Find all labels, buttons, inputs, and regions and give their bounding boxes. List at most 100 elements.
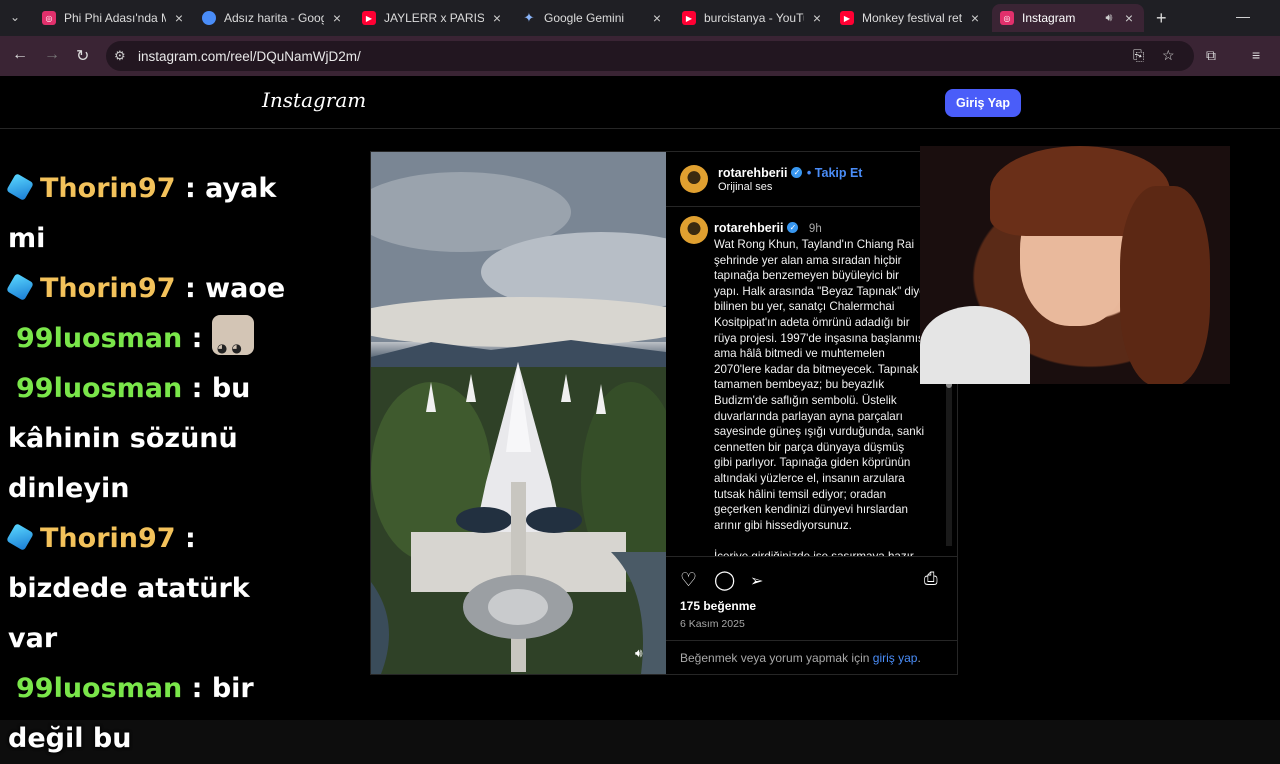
new-tab-plus-icon[interactable]: + <box>1156 8 1167 29</box>
tab-label: JAYLERR x PARIS - <box>384 11 484 25</box>
cube-badge-icon <box>6 173 34 201</box>
chat-message: 99luosman : bu kâhinin sözünü dinleyin <box>8 364 308 514</box>
verified-badge-icon: ✓ <box>791 167 803 179</box>
reel-video[interactable]: 🔊︎ <box>371 152 666 674</box>
instagram-favicon-icon: ◎ <box>1000 11 1014 25</box>
chat-text-continued: değil bu <box>8 723 132 754</box>
audio-label[interactable]: Orijinal ses <box>718 181 772 193</box>
save-bookmark-icon[interactable]: ⎙ <box>924 569 938 589</box>
youtube-favicon-icon: ▶ <box>362 11 376 25</box>
tab-label: Adsız harita - Google <box>224 11 324 25</box>
tab-2[interactable]: Adsız harita - Google × <box>194 4 352 32</box>
reel-card: 🔊︎ rotarehberii ✓ • Takip Et Orijinal ses… <box>370 151 958 675</box>
chat-username: Thorin97 <box>40 273 176 304</box>
verified-badge-icon: ✓ <box>787 222 799 234</box>
instagram-logo[interactable]: Instagram <box>262 88 366 112</box>
chat-message: Thorin97 : waoe <box>6 264 308 314</box>
chat-message: 99luosman : <box>8 314 308 373</box>
cube-badge-icon <box>6 523 34 551</box>
forward-arrow-icon[interactable]: → <box>44 46 60 64</box>
caption-time: 9h <box>808 223 822 235</box>
bookmark-star-icon[interactable]: ☆ <box>1162 47 1175 64</box>
chat-text: : <box>175 523 196 554</box>
webcam-chair <box>920 306 1030 384</box>
tab-1[interactable]: ◎ Phi Phi Adası'nda Mu × <box>34 4 194 32</box>
chat-text: : <box>182 323 212 354</box>
tab-instagram-active[interactable]: ◎ Instagram 🔊︎ × <box>992 4 1144 32</box>
avatar[interactable] <box>680 216 708 244</box>
login-button[interactable]: Giriş Yap <box>945 89 1021 117</box>
caption-username[interactable]: rotarehberii <box>714 221 783 235</box>
chat-line: 99luosman : bu <box>8 364 308 414</box>
cat-emote-icon <box>211 315 254 373</box>
login-link[interactable]: giriş yap <box>873 651 918 665</box>
close-icon[interactable]: × <box>650 10 664 26</box>
login-prompt: Beğenmek veya yorum yapmak için giriş ya… <box>666 640 958 674</box>
instagram-header: Instagram Giriş Yap <box>0 76 1280 129</box>
youtube-favicon-icon: ▶ <box>840 11 854 25</box>
extensions-icon[interactable]: ⧉ <box>1206 47 1216 64</box>
caption-line: cennetten bir parça dünyaya düşmüş <box>714 440 905 454</box>
reading-list-icon[interactable]: ≡ <box>1252 47 1260 63</box>
follow-button[interactable]: Takip Et <box>815 166 863 180</box>
tab-label: Google Gemini <box>544 11 625 25</box>
url-text[interactable]: instagram.com/reel/DQuNamWjD2m/ <box>138 49 361 64</box>
comment-bubble-icon[interactable]: ◯ <box>714 569 735 592</box>
chat-line: 99luosman : <box>8 314 308 373</box>
caption-line: Budizm'de saflığın sembolü. Üstelik <box>714 393 897 407</box>
reload-icon[interactable]: ↻ <box>76 46 89 66</box>
chat-username: 99luosman <box>16 373 183 404</box>
temple-illustration <box>371 152 666 674</box>
caption-line: altındaki yüzlerce el, insanın arzulara <box>714 471 905 485</box>
like-count[interactable]: 175 beğenme <box>680 599 756 613</box>
chat-username: 99luosman <box>16 323 183 354</box>
tab-label: Instagram <box>1022 11 1076 25</box>
tab-4[interactable]: ✦ Google Gemini × <box>514 4 672 32</box>
close-icon[interactable]: × <box>810 10 824 26</box>
chat-message: Thorin97 : bizdede atatürk var <box>6 514 308 664</box>
tab-5[interactable]: ▶ burcistanya - YouTub × <box>674 4 832 32</box>
close-icon[interactable]: × <box>330 10 344 26</box>
share-paper-plane-icon[interactable]: ➢ <box>750 571 763 591</box>
tab-3[interactable]: ▶ JAYLERR x PARIS - × <box>354 4 512 32</box>
chat-text-continued: mi <box>8 223 46 254</box>
gemini-sparkle-icon: ✦ <box>523 10 535 25</box>
chat-username: Thorin97 <box>40 523 176 554</box>
close-icon[interactable]: × <box>1122 10 1136 26</box>
cube-badge-icon <box>6 273 34 301</box>
chat-text: : ayak <box>175 173 277 204</box>
chat-line: 99luosman : bir <box>8 664 308 714</box>
caption-area: rotarehberii ✓ 9h Wat Rong Khun, Tayland'… <box>666 208 958 556</box>
close-icon[interactable]: × <box>490 10 504 26</box>
caption-line: Kositpipat'ın adeta ömrünü adadığı bir <box>714 315 910 329</box>
chat-username: Thorin97 <box>40 173 176 204</box>
address-bar[interactable]: ⚙ instagram.com/reel/DQuNamWjD2m/ <box>106 41 1194 71</box>
tab-6[interactable]: ▶ Monkey festival retur × <box>832 4 990 32</box>
streamer-webcam <box>920 146 1230 384</box>
like-heart-icon[interactable]: ♡ <box>680 569 697 592</box>
caption-line: yapı. Halk arasında "Beyaz Tapınak" diye <box>714 284 926 298</box>
username[interactable]: rotarehberii <box>718 166 787 180</box>
caption-line: geçerken kendinizi dünyevi hırslardan <box>714 503 908 517</box>
avatar[interactable] <box>680 165 708 193</box>
chat-message: 99luosman : bir değil bu <box>8 664 308 764</box>
speaker-icon[interactable]: 🔊︎ <box>1102 12 1116 25</box>
back-arrow-icon[interactable]: ← <box>12 46 28 64</box>
login-prompt-text: Beğenmek veya yorum yapmak için <box>680 651 870 665</box>
close-icon[interactable]: × <box>968 10 982 26</box>
tab-search-chevron-icon[interactable]: ⌄ <box>10 10 20 24</box>
site-info-icon[interactable]: ⚙ <box>114 48 134 64</box>
minimize-icon[interactable]: — <box>1236 8 1250 24</box>
post-header: rotarehberii✓ • Takip Et Orijinal ses ••… <box>666 152 958 207</box>
chat-text: : waoe <box>175 273 286 304</box>
caption-line: duvarlarında parlayan ayna parçaları <box>714 409 903 423</box>
chat-line: Thorin97 : ayak <box>6 164 308 214</box>
browser-tab-strip: ⌄ ◎ Phi Phi Adası'nda Mu × Adsız harita … <box>0 0 1280 36</box>
close-icon[interactable]: × <box>172 10 186 26</box>
chat-text-continued: dinleyin <box>8 473 130 504</box>
caption-line: arınır gibi hissediyorsunuz. <box>714 518 852 532</box>
mute-speaker-icon[interactable]: 🔊︎ <box>635 646 643 661</box>
caption-line: İçeriye girdiğinizde ise şaşırmaya hazır <box>714 549 936 556</box>
caption-line: sayesinde güneş ışığı vurduğunda, sanki <box>714 425 925 439</box>
install-app-icon[interactable]: ⎘ <box>1133 47 1144 64</box>
